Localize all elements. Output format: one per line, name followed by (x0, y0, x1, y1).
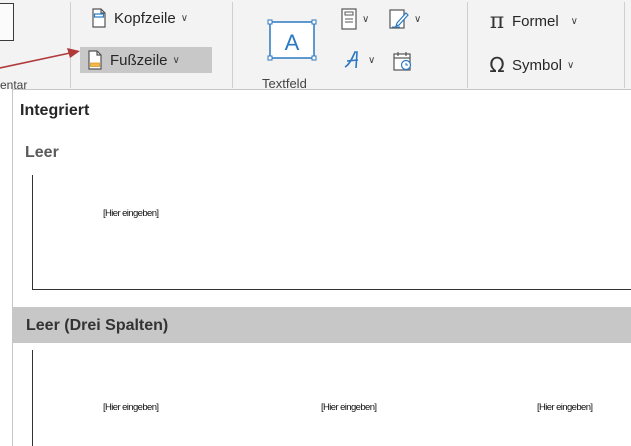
wordart-button[interactable]: ∨ (342, 49, 375, 71)
pi-icon: π (489, 8, 505, 34)
textfeld-button[interactable]: A (266, 18, 318, 68)
chevron-down-icon: ∨ (368, 54, 376, 66)
section-heading-integriert: Integriert (20, 102, 90, 119)
fusszeile-label: Fußzeile (110, 51, 168, 69)
chevron-down-icon: ∨ (567, 59, 575, 71)
header-page-icon (88, 7, 110, 29)
wordart-icon (344, 51, 359, 69)
fusszeile-button[interactable]: Fußzeile ∨ (80, 47, 212, 73)
group-separator (467, 2, 468, 88)
textbox-icon: A (267, 19, 317, 61)
chevron-down-icon: ∨ (362, 13, 370, 25)
svg-text:A: A (285, 30, 300, 55)
kopfzeile-label: Kopfzeile (114, 9, 176, 27)
gallery-item-title: Leer (25, 144, 59, 161)
chevron-down-icon: ∨ (180, 12, 189, 24)
annotation-arrow (0, 48, 80, 69)
placeholder-text: [Hier eingeben] (537, 402, 593, 413)
signature-pen-icon (389, 9, 409, 29)
gallery-item-leer-drei-spalten[interactable]: [Hier eingeben] [Hier eingeben] [Hier ei… (32, 350, 631, 446)
ribbon: entar Kopfzeile ∨ Fußzeile ∨ A Textfeld … (0, 0, 631, 89)
chevron-down-icon: ∨ (570, 15, 578, 27)
gallery-item-leer[interactable]: [Hier eingeben] (32, 175, 631, 290)
formel-button[interactable]: π Formel ∨ (482, 8, 582, 34)
textfeld-label: Textfeld (262, 76, 307, 89)
signature-line-button[interactable]: ∨ (388, 8, 421, 30)
omega-icon: Ω (489, 53, 505, 77)
quick-parts-icon (341, 8, 357, 30)
previous-group-label: entar (0, 78, 28, 89)
gallery-item-title: Leer (Drei Spalten) (26, 317, 169, 334)
previous-group-control[interactable] (0, 3, 14, 41)
symbol-button[interactable]: Ω Symbol ∨ (482, 52, 578, 78)
group-separator (232, 2, 233, 88)
placeholder-text: [Hier eingeben] (103, 208, 159, 219)
placeholder-text: [Hier eingeben] (103, 402, 159, 413)
date-time-button[interactable] (392, 50, 414, 72)
chevron-down-icon: ∨ (172, 54, 180, 66)
group-separator (624, 2, 625, 88)
formel-label: Formel (512, 12, 559, 30)
calendar-clock-icon (393, 52, 412, 71)
kopfzeile-button[interactable]: Kopfzeile ∨ (84, 5, 192, 31)
placeholder-text: [Hier eingeben] (321, 402, 377, 413)
quick-parts-button[interactable]: ∨ (340, 8, 369, 30)
chevron-down-icon: ∨ (414, 13, 422, 25)
symbol-label: Symbol (512, 56, 563, 74)
